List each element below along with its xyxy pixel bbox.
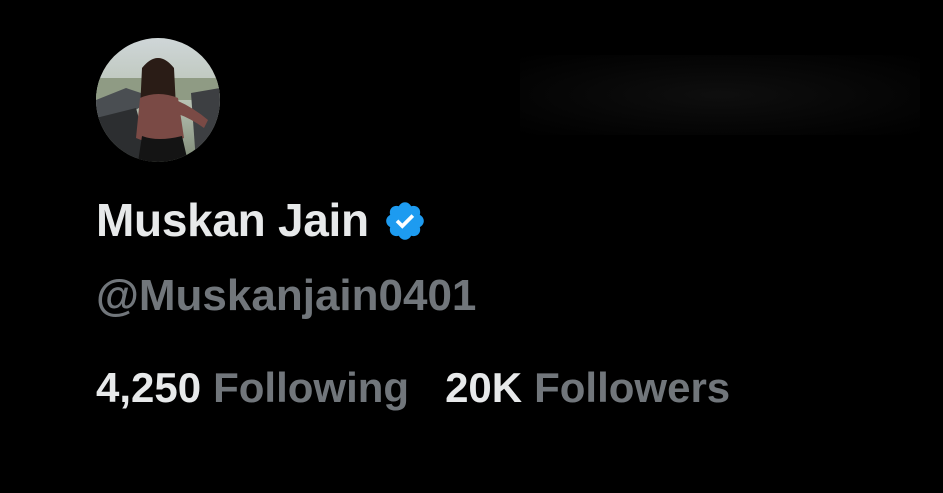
following-stat[interactable]: 4,250 Following: [96, 367, 409, 409]
username-handle: @Muskanjain0401: [96, 271, 477, 320]
followers-label: Followers: [534, 364, 731, 411]
profile-stats: 4,250 Following 20K Followers: [96, 367, 730, 409]
verified-badge-icon[interactable]: [383, 199, 427, 243]
followers-stat[interactable]: 20K Followers: [445, 367, 730, 409]
name-row: Muskan Jain: [96, 192, 427, 248]
blurred-region: [520, 55, 920, 135]
following-label: Following: [213, 364, 410, 411]
profile-card: Muskan Jain @Muskanjain0401 4,250 Follow…: [0, 0, 943, 493]
avatar-photo: [96, 38, 220, 162]
following-count: 4,250: [96, 364, 202, 411]
display-name: Muskan Jain: [96, 194, 369, 246]
avatar[interactable]: [96, 38, 220, 162]
followers-count: 20K: [445, 364, 523, 411]
